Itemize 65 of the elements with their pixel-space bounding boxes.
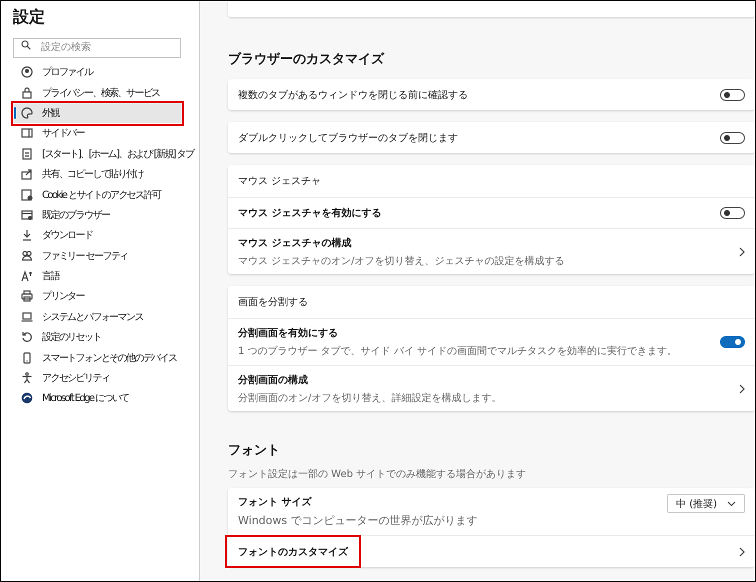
chevron-right-icon bbox=[739, 546, 745, 556]
lock-icon bbox=[21, 86, 33, 99]
toggle-switch[interactable] bbox=[720, 336, 745, 348]
sidebar-item[interactable]: アクセシビリティ bbox=[12, 368, 198, 388]
cookie-permission-icon bbox=[21, 188, 33, 201]
settings-link-row[interactable]: フォントのカスタマイズ bbox=[228, 535, 755, 567]
group-title: 画面を分割する bbox=[238, 296, 309, 309]
toggle-switch[interactable] bbox=[720, 88, 745, 100]
sidebar-icon bbox=[21, 127, 33, 140]
browser-window-icon bbox=[21, 208, 33, 221]
setting-label: マウス ジェスチャの構成 bbox=[238, 236, 352, 250]
phone-icon bbox=[21, 352, 33, 364]
setting-label: 分割画面の構成 bbox=[238, 374, 309, 386]
section-description: フォント設定は一部の Web サイトでのみ機能する場合があります bbox=[228, 468, 528, 481]
sidebar-item[interactable]: 既定のブラウザー bbox=[12, 204, 198, 226]
setting-label: フォントのカスタマイズ bbox=[238, 546, 350, 558]
family-icon bbox=[21, 250, 33, 262]
sidebar-item[interactable]: プロファイル bbox=[12, 62, 198, 82]
sidebar-item[interactable]: ダウンロード bbox=[12, 225, 198, 246]
sidebar-item[interactable]: サイドバー bbox=[12, 123, 198, 144]
palette-icon bbox=[21, 106, 33, 119]
search-icon bbox=[21, 40, 31, 50]
edge-logo-icon bbox=[21, 392, 33, 404]
font-size-dropdown[interactable]: 中 (推奨) bbox=[667, 494, 745, 513]
setting-label: 分割画面を有効にする bbox=[238, 326, 339, 340]
setting-label: ダブルクリックしてブラウザーのタブを閉じます bbox=[238, 132, 459, 144]
setting-label: フォント サイズ bbox=[238, 496, 313, 509]
toggle-switch[interactable] bbox=[720, 132, 745, 144]
section-heading: ブラウザーのカスタマイズ bbox=[228, 50, 386, 69]
chevron-down-icon bbox=[727, 500, 736, 506]
settings-link-row[interactable]: 分割画面の構成 分割画面のオン/オフを切り替え、詳細設定を構成します。 bbox=[228, 365, 755, 411]
setting-description: マウス ジェスチャのオン/オフを切り替え、ジェスチャの設定を構成する bbox=[238, 254, 566, 268]
setting-description: 1 つのブラウザー タブで、サイド バイ サイドの画面間でマルチタスクを効率的に実行できます。 bbox=[238, 344, 678, 358]
sidebar-item[interactable]: 共有、コピーして貼り付け bbox=[12, 164, 198, 184]
sidebar-item[interactable]: スマートフォンとその他のデバイス bbox=[12, 347, 198, 368]
sidebar-item[interactable]: Cookie とサイトのアクセス許可 bbox=[12, 184, 198, 205]
search-field[interactable]: 設定の検索 bbox=[13, 38, 181, 58]
setting-label: 複数のタブがあるウィンドウを閉じる前に確認する bbox=[238, 88, 469, 102]
settings-title: 設定 bbox=[12, 6, 46, 27]
group-title: マウス ジェスチャ bbox=[238, 175, 322, 188]
chevron-right-icon bbox=[739, 384, 745, 394]
sidebar-item[interactable]: プライバシー、検索、サービス bbox=[12, 82, 198, 103]
setting-description: Windows でコンピューターの世界が広がります bbox=[238, 513, 479, 528]
share-icon bbox=[21, 168, 33, 180]
tab-page-icon bbox=[21, 148, 33, 160]
section-heading: フォント bbox=[228, 442, 281, 460]
profile-icon bbox=[21, 66, 33, 78]
sidebar-item[interactable]: システムとパフォーマンス bbox=[12, 306, 198, 328]
setting-label: マウス ジェスチャを有効にする bbox=[238, 206, 382, 220]
reset-icon bbox=[21, 331, 33, 344]
printer-icon bbox=[21, 290, 33, 302]
sidebar-item[interactable]: Microsoft Edge について bbox=[12, 388, 198, 409]
accessibility-icon bbox=[21, 372, 33, 384]
sidebar-item[interactable]: 言語 bbox=[12, 266, 198, 286]
download-icon bbox=[21, 229, 33, 242]
sidebar-item[interactable]: プリンター bbox=[12, 286, 198, 307]
sidebar-item[interactable]: ファミリー セーフティ bbox=[12, 246, 198, 266]
sidebar-item[interactable]: [スタート]、[ホーム]、および [新規] タブ bbox=[12, 144, 198, 164]
setting-description: 分割画面のオン/オフを切り替え、詳細設定を構成します。 bbox=[238, 392, 502, 404]
language-icon bbox=[21, 270, 33, 282]
toggle-switch[interactable] bbox=[720, 207, 745, 219]
laptop-icon bbox=[21, 310, 33, 323]
settings-link-row[interactable]: マウス ジェスチャの構成 マウス ジェスチャのオン/オフを切り替え、ジェスチャの設定を構成する bbox=[228, 228, 755, 274]
chevron-right-icon bbox=[739, 246, 745, 256]
sidebar-item[interactable]: 設定のリセット bbox=[12, 327, 198, 348]
